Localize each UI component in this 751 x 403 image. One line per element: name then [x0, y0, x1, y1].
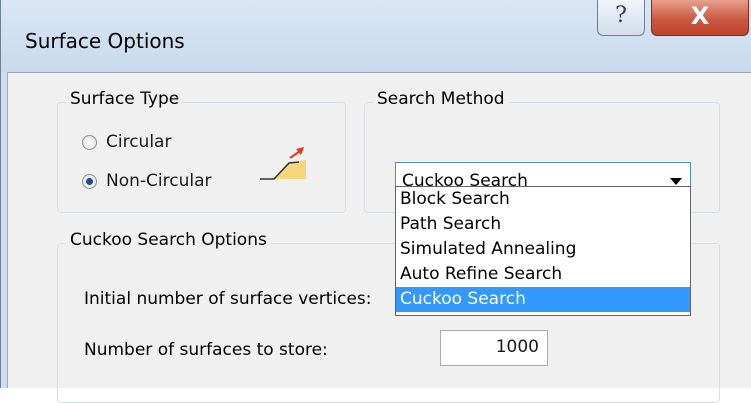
close-icon: X	[690, 2, 710, 30]
initial-vertices-label: Initial number of surface vertices:	[84, 289, 372, 309]
close-button[interactable]: X	[651, 0, 749, 36]
surface-type-group-label: Surface Type	[66, 89, 184, 109]
cuckoo-options-group-label: Cuckoo Search Options	[66, 230, 271, 250]
dropdown-option[interactable]: Auto Refine Search	[396, 262, 690, 287]
dropdown-option-selected[interactable]: Cuckoo Search	[396, 287, 690, 312]
title-bar[interactable]: Surface Options ? X	[1, 0, 751, 72]
surfaces-to-store-label: Number of surfaces to store:	[84, 340, 328, 360]
window-title: Surface Options	[25, 29, 185, 53]
surface-options-dialog: Surface Options ? X Surface Type Circula…	[0, 0, 751, 403]
search-method-dropdown-list: Block Search Path Search Simulated Annea…	[395, 186, 691, 316]
radio-circular-button[interactable]	[82, 135, 97, 150]
surface-type-group: Surface Type Circular Non-Circular	[57, 89, 346, 213]
help-button[interactable]: ?	[597, 0, 645, 36]
surfaces-to-store-value: 1000	[495, 337, 539, 357]
chevron-down-icon[interactable]	[670, 178, 682, 185]
radio-non-circular-button[interactable]	[82, 174, 97, 189]
help-icon: ?	[615, 3, 627, 28]
non-circular-surface-icon	[260, 147, 306, 180]
search-method-group-label: Search Method	[373, 89, 509, 109]
dropdown-option[interactable]: Path Search	[396, 212, 690, 237]
surfaces-to-store-input[interactable]: 1000	[440, 330, 548, 366]
radio-circular-label: Circular	[106, 132, 172, 152]
dropdown-option[interactable]: Block Search	[396, 187, 690, 212]
dropdown-option[interactable]: Simulated Annealing	[396, 237, 690, 262]
radio-non-circular-label: Non-Circular	[106, 171, 212, 191]
